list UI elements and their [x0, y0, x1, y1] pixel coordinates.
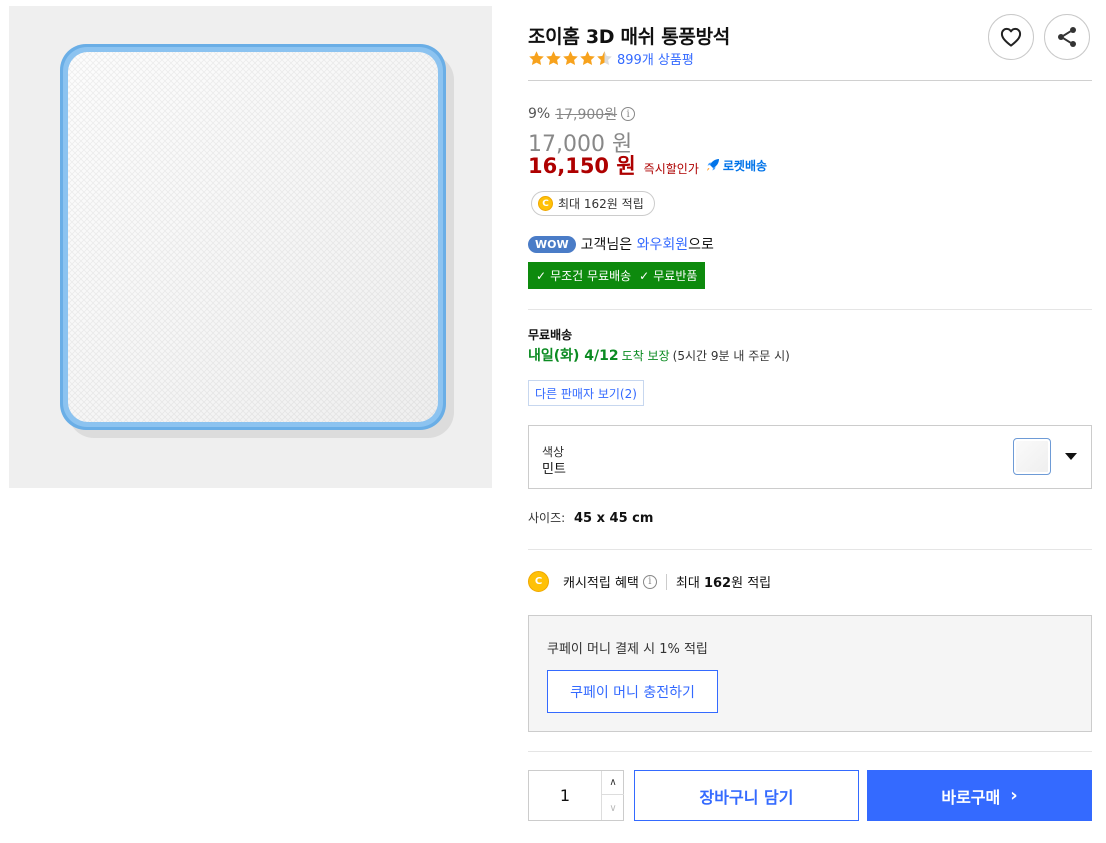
star-half-icon — [597, 50, 612, 65]
cash-reward-label: 캐시적립 혜택 — [563, 576, 639, 591]
rating-stars — [528, 50, 613, 67]
buy-now-label: 바로구매 — [941, 787, 1001, 807]
size-row: 사이즈: 45 x 45 cm — [528, 509, 653, 526]
divider — [528, 549, 1092, 550]
quantity-stepper[interactable]: 1 ∧ ∨ — [528, 770, 624, 821]
coupay-charge-button[interactable]: 쿠페이 머니 충전하기 — [547, 670, 718, 713]
heart-icon — [1000, 27, 1022, 47]
star-full-icon — [546, 50, 561, 65]
product-title: 조이홈 3D 매쉬 통풍방석 — [528, 26, 730, 48]
original-price: 17,900원 — [555, 107, 618, 123]
cash-reward-row: C 캐시적립 혜택 i 최대 162원 적립 — [528, 571, 771, 592]
quantity-decrease-button[interactable]: ∨ — [602, 796, 624, 820]
star-full-icon — [529, 50, 544, 65]
product-image — [9, 6, 492, 488]
divider — [528, 80, 1092, 81]
product-info-panel: 조이홈 3D 매쉬 통풍방석 899개 상품평 9% 17,900원 i 17,… — [528, 0, 1092, 843]
size-value: 45 x 45 cm — [574, 511, 654, 526]
rocket-delivery-badge: 로켓배송 — [705, 157, 767, 174]
star-full-icon — [580, 50, 595, 65]
dropdown-arrow-icon[interactable] — [1065, 453, 1077, 460]
wow-member-link[interactable]: 와우회원 — [637, 234, 689, 254]
instant-discount-row: 16,150 원 즉시할인가 로켓배송 — [528, 150, 767, 180]
reward-text: 최대 162원 적립 — [558, 197, 644, 211]
review-count-link[interactable]: 899개 상품평 — [617, 49, 694, 68]
quantity-increase-button[interactable]: ∧ — [602, 771, 624, 795]
cash-coin-icon: C — [528, 571, 549, 592]
rocket-delivery-label: 로켓배송 — [722, 158, 768, 173]
rocket-icon — [706, 159, 719, 171]
discount-row: 9% 17,900원 i — [528, 104, 636, 124]
wow-benefits-banner: ✓ 무조건 무료배송 ✓ 무료반품 — [528, 262, 706, 289]
instant-discount-price: 16,150 원 — [528, 154, 636, 178]
free-shipping-benefit: 무조건 무료배송 — [550, 269, 632, 283]
order-deadline-note: (5시간 9분 내 주문 시) — [672, 349, 790, 363]
quantity-input[interactable]: 1 — [529, 771, 601, 820]
info-icon[interactable]: i — [642, 574, 657, 589]
reward-badge: C 최대 162원 적립 — [531, 191, 655, 216]
add-to-cart-button[interactable]: 장바구니 담기 — [634, 770, 859, 821]
wishlist-button[interactable] — [988, 14, 1034, 60]
chevron-right-icon: › — [1010, 785, 1018, 806]
option-value: 민트 — [542, 462, 566, 477]
discount-rate: 9% — [528, 106, 551, 122]
coupay-text: 쿠페이 머니 결제 시 1% 적립 — [547, 642, 708, 657]
shipping-title: 무료배송 — [528, 328, 573, 342]
delivery-date: 내일(화) 4/12 — [528, 348, 619, 364]
wow-suffix: 으로 — [688, 237, 714, 253]
cash-max-prefix: 최대 — [675, 576, 704, 591]
cash-max-suffix: 원 적립 — [731, 576, 772, 591]
divider — [528, 309, 1092, 310]
free-return-benefit: 무료반품 — [653, 269, 698, 283]
size-label: 사이즈: — [528, 511, 566, 525]
share-icon — [1058, 27, 1076, 47]
info-icon[interactable]: i — [621, 107, 636, 121]
quantity-controls: ∧ ∨ — [601, 771, 624, 820]
divider — [665, 573, 667, 590]
delivery-guarantee: 도착 보장 — [621, 349, 670, 363]
divider — [528, 751, 1092, 752]
buy-now-button[interactable]: 바로구매 › — [867, 770, 1092, 821]
mesh-cushion-image — [9, 6, 492, 488]
cash-coin-icon: C — [538, 196, 553, 211]
delivery-estimate: 내일(화) 4/12 도착 보장 (5시간 9분 내 주문 시) — [528, 345, 790, 365]
color-option-select[interactable]: 색상 민트 — [528, 425, 1092, 489]
wow-prefix: 고객님은 — [580, 237, 633, 253]
share-button[interactable] — [1044, 14, 1090, 60]
instant-discount-label: 즉시할인가 — [643, 162, 699, 176]
coupay-panel: 쿠페이 머니 결제 시 1% 적립 쿠페이 머니 충전하기 — [528, 615, 1092, 732]
cash-reward-max: 최대 162원 적립 — [676, 572, 771, 591]
wow-badge: WOW — [528, 235, 576, 253]
check-icon: ✓ — [639, 268, 650, 283]
wow-member-row: WOW 고객님은 와우회원 으로 — [528, 234, 714, 254]
other-sellers-button[interactable]: 다른 판매자 보기(2) — [528, 380, 644, 406]
cash-max-amount: 162 — [703, 576, 732, 591]
check-icon: ✓ — [536, 268, 547, 283]
color-swatch[interactable] — [1013, 438, 1051, 475]
rating-row[interactable]: 899개 상품평 — [528, 49, 694, 68]
star-full-icon — [563, 50, 578, 65]
